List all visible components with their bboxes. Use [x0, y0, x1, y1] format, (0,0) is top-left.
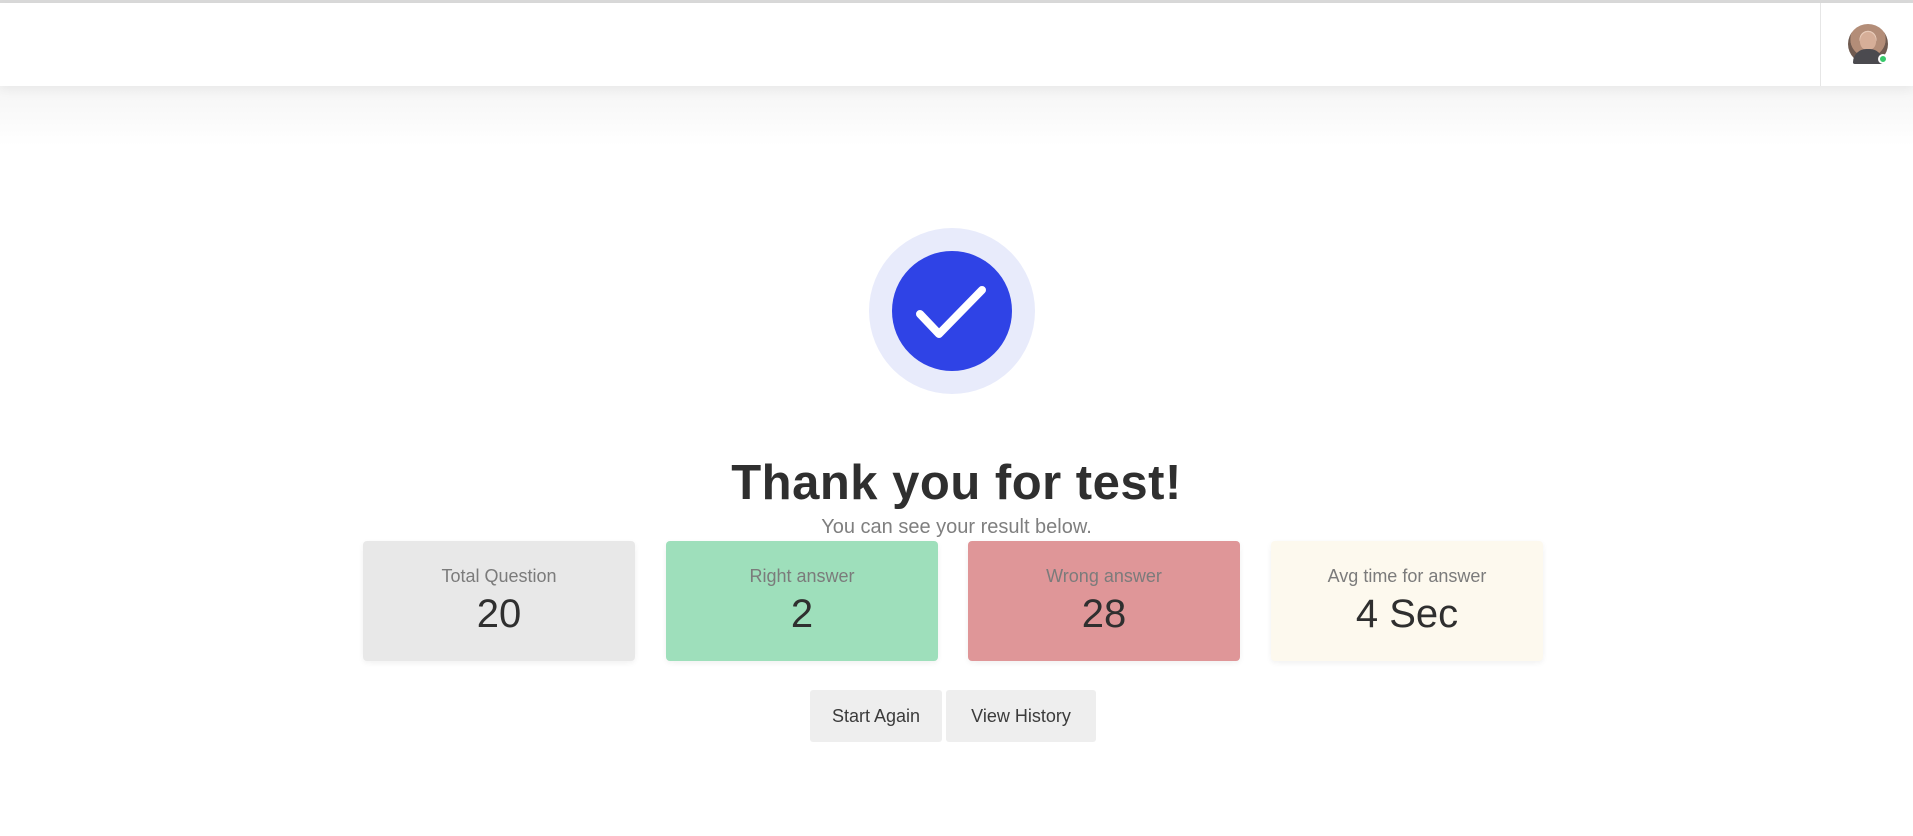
check-icon [916, 286, 986, 338]
page-title: Thank you for test! [731, 455, 1182, 510]
wrong-answer-label: Wrong answer [1046, 566, 1162, 586]
page-header-band [0, 86, 1913, 146]
online-status-dot [1878, 54, 1888, 64]
total-question-value: 20 [476, 592, 522, 636]
total-question-label: Total Question [441, 566, 557, 586]
right-answer-card: Right answer 2 [666, 541, 938, 661]
right-answer-value: 2 [790, 592, 814, 636]
avg-time-value: 4 Sec [1355, 592, 1459, 636]
wrong-answer-card: Wrong answer 28 [968, 541, 1240, 661]
result-subtitle: You can see your result below. [821, 516, 1092, 538]
navbar-divider [1820, 3, 1821, 86]
total-question-card: Total Question 20 [363, 541, 635, 661]
right-answer-label: Right answer [749, 566, 855, 586]
wrong-answer-value: 28 [1081, 592, 1127, 636]
user-avatar[interactable] [1848, 24, 1888, 64]
top-navbar [0, 3, 1913, 86]
avatar-face [1860, 32, 1876, 50]
start-again-button[interactable]: Start Again [810, 690, 942, 742]
avg-time-label: Avg time for answer [1327, 566, 1487, 586]
view-history-button[interactable]: View History [946, 690, 1096, 742]
avg-time-card: Avg time for answer 4 Sec [1271, 541, 1543, 661]
check-circle-icon [892, 251, 1012, 371]
